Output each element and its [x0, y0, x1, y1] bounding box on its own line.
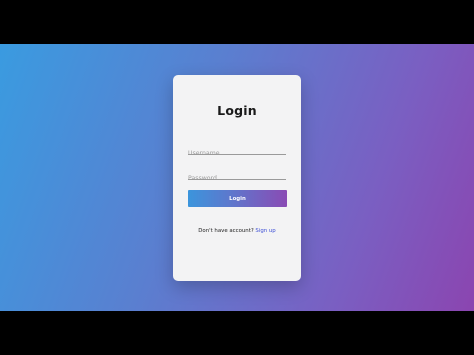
password-input[interactable]: [188, 172, 286, 185]
letterbox-bottom: [0, 311, 474, 355]
signup-prompt-line: Don't have account? Sign up: [173, 228, 301, 234]
login-title: Login: [217, 103, 257, 118]
username-input[interactable]: [188, 147, 286, 160]
login-button[interactable]: Login: [188, 190, 287, 207]
login-card: Login Login Don't have account? Sign up: [173, 75, 301, 281]
signup-prompt-text: Don't have account?: [198, 228, 254, 234]
gradient-background: Login Login Don't have account? Sign up: [0, 44, 474, 311]
signup-link[interactable]: Sign up: [255, 228, 275, 234]
password-field: [188, 165, 286, 185]
letterbox-top: [0, 0, 474, 44]
username-field: [188, 140, 286, 160]
